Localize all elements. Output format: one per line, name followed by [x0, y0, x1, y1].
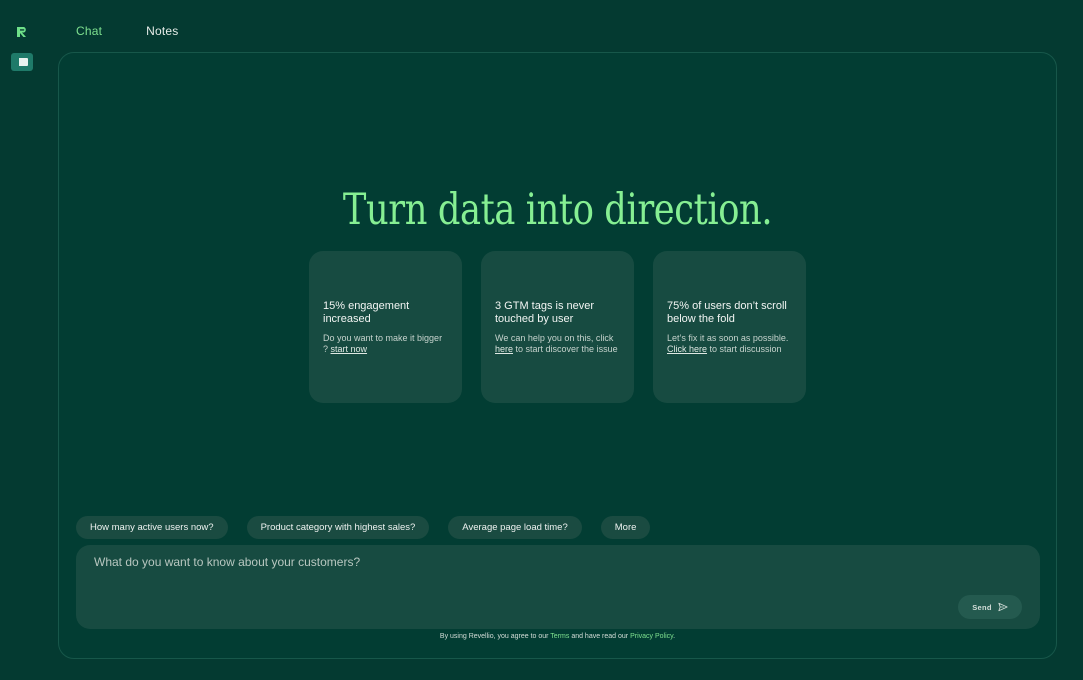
- message-input[interactable]: [94, 555, 934, 615]
- tab-chat[interactable]: Chat: [76, 24, 102, 38]
- insight-card-text: We can help you on this, click: [495, 332, 614, 343]
- insight-card-body: Let’s fix it as soon as possible. Click …: [667, 333, 792, 355]
- suggestion-chip-active-users[interactable]: How many active users now?: [76, 516, 228, 539]
- suggestion-chip-page-load[interactable]: Average page load time?: [448, 516, 582, 539]
- suggestion-chips: How many active users now? Product categ…: [76, 516, 651, 539]
- insight-card[interactable]: 15% engagement increased Do you want to …: [309, 251, 462, 403]
- insight-card-text: to start discussion: [709, 343, 782, 354]
- send-button[interactable]: Send: [958, 595, 1022, 619]
- insight-card-body: Do you want to make it bigger ? start no…: [323, 333, 448, 355]
- suggestion-chip-top-category[interactable]: Product category with highest sales?: [246, 516, 430, 539]
- top-tabs: Chat Notes: [76, 24, 179, 38]
- insight-card-title: 3 GTM tags is never touched by user: [495, 299, 595, 325]
- message-composer: Send: [76, 545, 1040, 629]
- sidebar-toggle-icon[interactable]: [11, 53, 33, 71]
- legal-suffix: .: [673, 633, 676, 640]
- insight-cards: 15% engagement increased Do you want to …: [309, 251, 806, 403]
- tab-notes[interactable]: Notes: [146, 24, 178, 38]
- send-button-label: Send: [972, 602, 992, 612]
- insight-card-body: We can help you on this, click here to s…: [495, 333, 620, 355]
- terms-link[interactable]: Terms: [550, 633, 569, 640]
- legal-prefix: By using Revellio, you agree to our: [439, 633, 549, 640]
- insight-card-text: Let’s fix it as soon as possible.: [667, 332, 789, 343]
- more-suggestions-button[interactable]: More: [600, 516, 651, 539]
- brand-r-icon[interactable]: [16, 26, 28, 38]
- hero-title: Turn data into direction.: [342, 185, 773, 235]
- insight-card[interactable]: 75% of users don’t scroll below the fold…: [653, 251, 806, 403]
- paper-plane-icon: [998, 602, 1008, 612]
- legal-middle: and have read our: [571, 633, 629, 640]
- insight-card-title: 15% engagement increased: [323, 299, 410, 325]
- start-now-link[interactable]: start now: [331, 344, 368, 354]
- insight-card[interactable]: 3 GTM tags is never touched by user We c…: [481, 251, 634, 403]
- chat-panel: Turn data into direction. 15% engagement…: [58, 52, 1057, 659]
- insight-card-title: 75% of users don’t scroll below the fold: [667, 299, 787, 325]
- privacy-policy-link[interactable]: Privacy Policy: [630, 633, 673, 640]
- insight-card-text: to start discover the issue: [515, 343, 618, 354]
- app-window: Chat Notes Turn data into direction. 15%…: [0, 0, 1083, 680]
- legal-notice: By using Revellio, you agree to our Term…: [59, 633, 1056, 640]
- click-here-link[interactable]: Click here: [667, 344, 707, 354]
- here-link[interactable]: here: [495, 344, 513, 354]
